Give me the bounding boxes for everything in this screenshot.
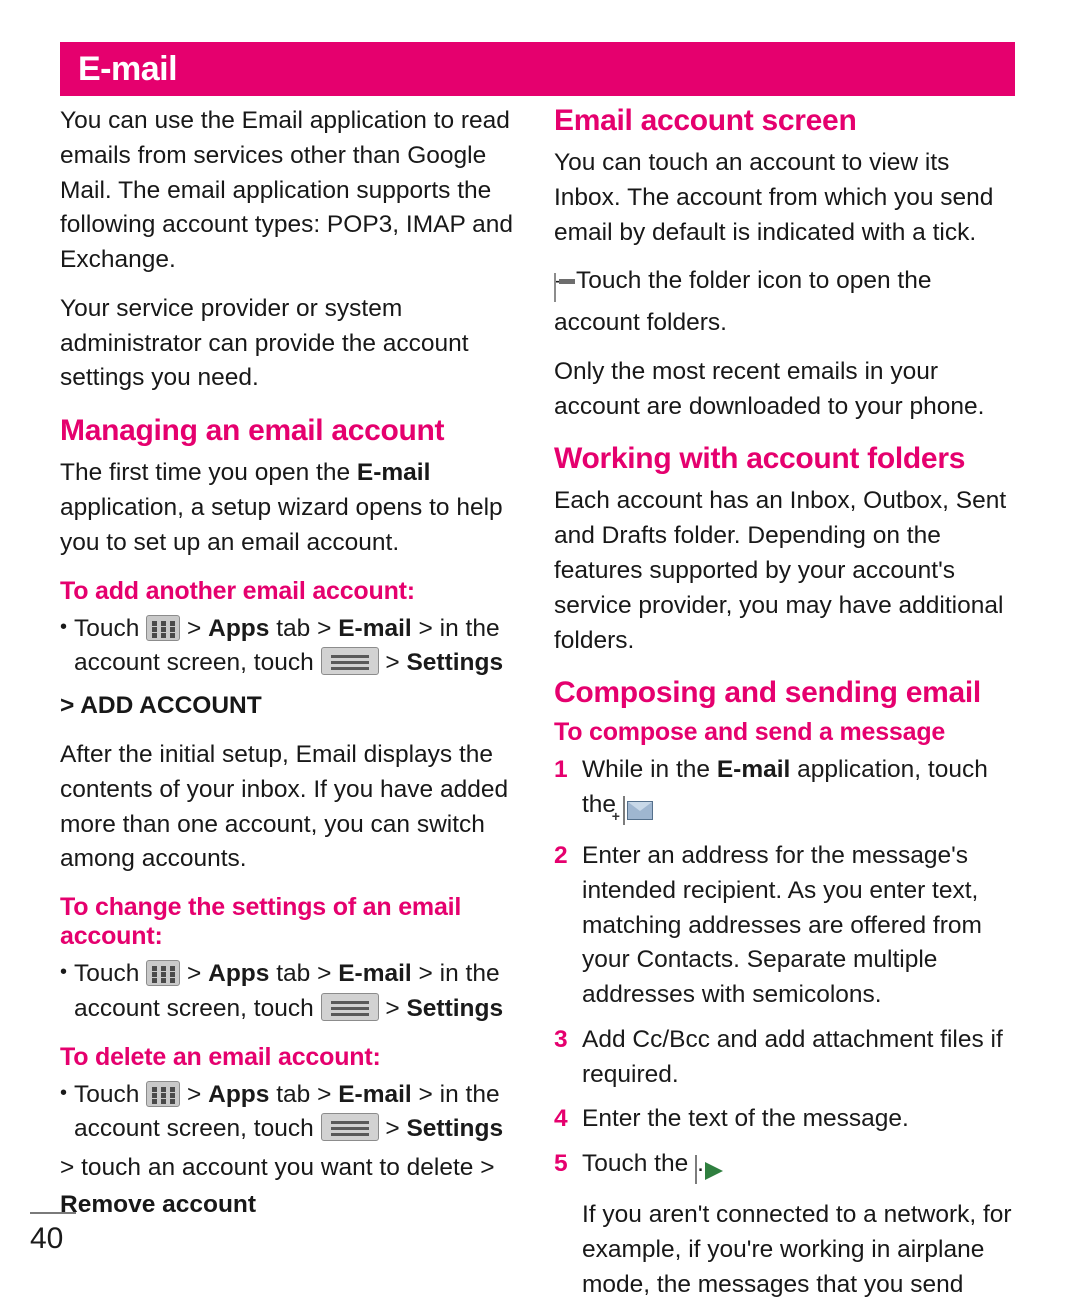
compose-envelope bbox=[626, 801, 653, 821]
step-1-text-part1: While in the bbox=[582, 756, 717, 784]
add-account-line: > ADD ACCOUNT bbox=[60, 692, 262, 720]
delete-sep-4: > bbox=[385, 1115, 400, 1143]
managing-paragraph-part2: application, a setup wizard opens to hel… bbox=[60, 494, 503, 556]
change-sep-2: > bbox=[317, 960, 332, 988]
bullet-dot: • bbox=[60, 615, 68, 638]
managing-paragraph-bold: E-mail bbox=[356, 459, 431, 487]
change-tab-label: tab bbox=[276, 960, 311, 988]
step-5-text-part1: Touch the bbox=[582, 1150, 696, 1178]
change-sep-1: > bbox=[187, 960, 202, 988]
heading-email-account-screen: Email account screen bbox=[554, 104, 857, 137]
change-settings-label: Settings bbox=[406, 994, 504, 1022]
page-title: E-mail bbox=[78, 49, 178, 88]
add-touch-label: Touch bbox=[74, 614, 140, 642]
delete-account-line: > touch an account you want to delete > bbox=[60, 1154, 495, 1182]
managing-paragraph: The first time you open the E-mail appli… bbox=[60, 456, 526, 560]
bullet-delete-account: • Touch > Apps tab > E-mail > in the acc… bbox=[60, 1078, 526, 1148]
add-settings-label: Settings bbox=[406, 649, 504, 677]
bullet-change-settings: • Touch > Apps tab > E-mail > in the acc… bbox=[60, 957, 526, 1027]
folders-paragraph: Each account has an Inbox, Outbox, Sent … bbox=[554, 487, 1007, 654]
delete-sep-3: > bbox=[418, 1080, 433, 1108]
delete-settings-label: Settings bbox=[406, 1115, 504, 1143]
change-sep-4: > bbox=[385, 994, 400, 1022]
add-sep-2: > bbox=[317, 614, 332, 642]
delete-apps-label: Apps bbox=[208, 1080, 270, 1108]
compose-plus: + bbox=[611, 808, 620, 825]
step-2-text: Enter an address for the message's inten… bbox=[582, 841, 982, 1009]
after-setup-paragraph: After the initial setup, Email displays … bbox=[60, 740, 509, 873]
step-3: 3 Add Cc/Bcc and add attachment files if… bbox=[554, 1023, 1020, 1093]
change-email-label: E-mail bbox=[338, 960, 412, 988]
send-icon bbox=[695, 1155, 724, 1185]
delete-sep-2: > bbox=[317, 1080, 332, 1108]
add-email-label: E-mail bbox=[338, 614, 412, 642]
managing-paragraph-part1: The first time you open the bbox=[60, 459, 357, 487]
bullet-dot: • bbox=[60, 1081, 68, 1104]
intro-paragraph-1: You can use the Email application to rea… bbox=[60, 107, 514, 274]
step-3-text: Add Cc/Bcc and add attachment files if r… bbox=[582, 1025, 1003, 1088]
footer-rule bbox=[30, 1212, 76, 1214]
step-4-text: Enter the text of the message. bbox=[582, 1105, 909, 1133]
delete-tab-label: tab bbox=[276, 1080, 311, 1108]
apps-grid-icon bbox=[146, 1080, 181, 1107]
change-touch-label: Touch bbox=[74, 960, 140, 988]
bullet-dot: • bbox=[60, 961, 68, 984]
two-column-body: You can use the Email application to rea… bbox=[60, 104, 1020, 1312]
heading-change-settings: To change the settings of an email accou… bbox=[60, 893, 462, 951]
right-column: Email account screen You can touch an ac… bbox=[554, 104, 1020, 1312]
add-sep-1: > bbox=[187, 614, 202, 642]
left-column: You can use the Email application to rea… bbox=[60, 104, 526, 1312]
intro-paragraph-2: Your service provider or system administ… bbox=[60, 294, 469, 392]
folder-icon-line: – Touch the folder icon to open the acco… bbox=[554, 264, 1020, 341]
step-5: 5 Touch the . bbox=[554, 1147, 1020, 1188]
delete-email-label: E-mail bbox=[338, 1080, 412, 1108]
change-apps-label: Apps bbox=[208, 960, 270, 988]
account-screen-paragraph-2: Only the most recent emails in your acco… bbox=[554, 357, 985, 420]
send-arrow bbox=[705, 1162, 724, 1181]
account-screen-paragraph-1: You can touch an account to view its Inb… bbox=[554, 149, 994, 246]
menu-key-icon bbox=[320, 992, 379, 1021]
change-sep-3: > bbox=[418, 960, 433, 988]
step-4: 4 Enter the text of the message. bbox=[554, 1102, 1020, 1137]
step-2: 2 Enter an address for the message's int… bbox=[554, 839, 1020, 1013]
step-1-number: 1 bbox=[554, 756, 568, 784]
heading-composing-sending-email: Composing and sending email bbox=[554, 676, 981, 710]
heading-compose-send-message: To compose and send a message bbox=[554, 718, 946, 747]
step-2-number: 2 bbox=[554, 841, 568, 869]
heading-delete-email-account: To delete an email account: bbox=[60, 1042, 381, 1071]
compose-email-icon: + bbox=[612, 796, 653, 826]
heading-working-with-folders: Working with account folders bbox=[554, 442, 966, 476]
add-sep-3: > bbox=[418, 614, 433, 642]
heading-managing-email-account: Managing an email account bbox=[60, 414, 445, 448]
step-1-bold: E-mail bbox=[716, 756, 791, 784]
folder-line-text: – Touch the folder icon to open the acco… bbox=[554, 267, 932, 337]
heading-add-another-email-account: To add another email account: bbox=[60, 576, 415, 605]
bullet-add-account: • Touch > Apps tab > E-mail > in the acc… bbox=[60, 612, 526, 682]
step-1: 1 While in the E-mail application, touch… bbox=[554, 753, 1020, 829]
step-5-number: 5 bbox=[554, 1150, 568, 1178]
add-tab-label: tab bbox=[276, 614, 311, 642]
composing-closing-paragraph: If you aren't connected to a network, fo… bbox=[582, 1200, 1012, 1298]
manual-page: E-mail You can use the Email application… bbox=[0, 0, 1080, 1298]
page-number: 40 bbox=[30, 1222, 64, 1255]
page-header-bar: E-mail bbox=[60, 42, 1015, 96]
step-5-text-part2: . bbox=[697, 1150, 704, 1178]
step-3-number: 3 bbox=[554, 1025, 568, 1053]
folder-icon-tab bbox=[559, 279, 575, 285]
delete-touch-label: Touch bbox=[74, 1080, 140, 1108]
apps-grid-icon bbox=[146, 960, 181, 987]
add-apps-label: Apps bbox=[208, 614, 270, 642]
menu-key-icon bbox=[320, 647, 379, 676]
add-sep-4: > bbox=[385, 649, 400, 677]
apps-grid-icon bbox=[146, 614, 181, 641]
menu-key-icon bbox=[320, 1113, 379, 1142]
step-4-number: 4 bbox=[554, 1105, 568, 1133]
folder-icon bbox=[554, 273, 575, 303]
delete-sep-1: > bbox=[187, 1080, 202, 1108]
remove-account-label: Remove account bbox=[60, 1190, 257, 1218]
